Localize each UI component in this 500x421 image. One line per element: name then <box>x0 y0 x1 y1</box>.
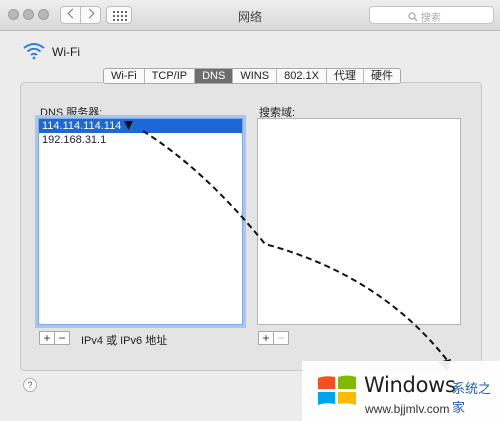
dns-add-button[interactable]: + <box>40 332 54 344</box>
watermark-url: www.bjjmlv.com <box>365 402 450 416</box>
tab-wins[interactable]: WINS <box>233 69 278 83</box>
search-icon <box>408 12 418 22</box>
tab-wifi[interactable]: Wi-Fi <box>104 69 145 83</box>
watermark-tagline: 系统之家 <box>452 381 492 415</box>
dns-remove-button[interactable]: − <box>54 332 69 344</box>
windows-logo-icon <box>318 375 356 405</box>
tab-bar: Wi-Fi TCP/IP DNS WINS 802.1X 代理 硬件 <box>103 68 401 84</box>
tab-hardware[interactable]: 硬件 <box>363 69 400 83</box>
dns-server-row[interactable]: 114.114.114.114 <box>39 119 242 133</box>
dns-server-row[interactable]: 192.168.31.1 <box>39 133 242 147</box>
watermark-brand: Windows <box>364 373 456 397</box>
search-domain-list[interactable] <box>257 118 461 325</box>
dns-server-list[interactable]: 114.114.114.114 192.168.31.1 <box>38 118 243 325</box>
tab-tcpip[interactable]: TCP/IP <box>144 69 196 83</box>
wifi-icon <box>23 43 45 60</box>
title-bar: 网络 搜索 <box>0 0 500 31</box>
search-placeholder: 搜索 <box>420 13 441 24</box>
help-button[interactable]: ? <box>23 378 37 392</box>
interface-name: Wi-Fi <box>52 45 80 59</box>
domain-add-button[interactable]: + <box>259 332 273 344</box>
tab-dns[interactable]: DNS <box>195 69 234 83</box>
dns-hint: IPv4 或 IPv6 地址 <box>81 335 168 347</box>
dns-add-remove: + − <box>39 331 70 345</box>
domain-add-remove: + − <box>258 331 289 345</box>
domain-remove-button[interactable]: − <box>273 332 288 344</box>
tab-8021x[interactable]: 802.1X <box>277 69 327 83</box>
tab-proxy[interactable]: 代理 <box>326 69 364 83</box>
search-field[interactable]: 搜索 <box>369 6 494 24</box>
watermark: Windows 系统之家 www.bjjmlv.com <box>302 361 500 421</box>
